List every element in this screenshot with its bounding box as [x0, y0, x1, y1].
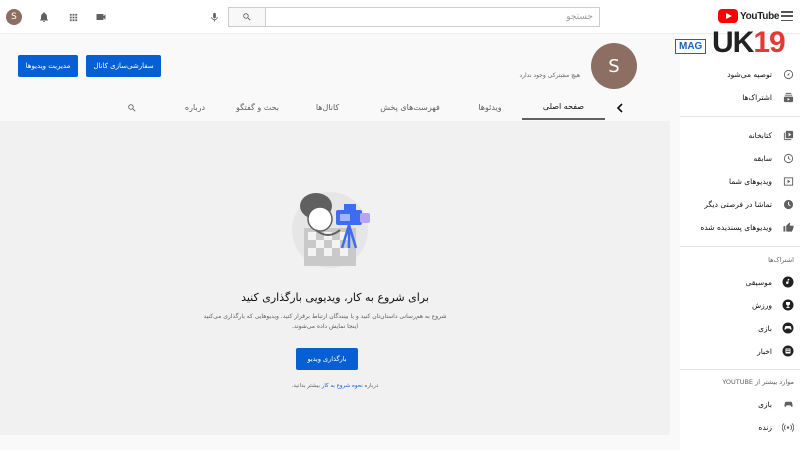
empty-state-description: شروع به هم‌رسانی داستان‌تان کنید و با بی…: [190, 312, 460, 332]
sidebar-item-subscriptions[interactable]: اشتراک‌ها: [680, 86, 800, 108]
tab-home[interactable]: صفحه اصلی: [522, 95, 605, 120]
brand-number: UK19: [712, 26, 786, 59]
library-icon: [782, 129, 794, 141]
description-line-2: اینجا نمایش داده می‌شوند.: [291, 323, 359, 330]
sidebar-item-sports[interactable]: ورزش: [680, 294, 800, 316]
sidebar-item-news[interactable]: اخبار: [680, 340, 800, 362]
tab-playlists[interactable]: فهرست‌های پخش: [365, 95, 455, 120]
more-from-youtube-heading: موارد بیشتر از YOUTUBE: [722, 378, 794, 386]
tab-channels[interactable]: کانال‌ها: [300, 95, 355, 120]
subscriber-count: هیچ مشترکی وجود ندارد: [519, 72, 580, 79]
gaming-icon: [782, 322, 794, 334]
tabs-scroll-left-icon[interactable]: [613, 95, 627, 120]
user-avatar[interactable]: S: [6, 9, 22, 25]
logo-text: YouTube: [740, 10, 780, 22]
creator-illustration: [292, 192, 370, 268]
sidebar-item-live[interactable]: زنده: [680, 416, 800, 438]
sidebar-divider: [680, 369, 800, 370]
apps-icon[interactable]: [66, 10, 80, 24]
search-button[interactable]: [229, 8, 266, 26]
channel-avatar[interactable]: S: [591, 43, 637, 89]
liked-icon: [782, 221, 794, 233]
sidebar-item-your-videos[interactable]: ویدیوهای شما: [680, 170, 800, 192]
mic-icon[interactable]: [207, 10, 221, 24]
menu-icon[interactable]: [781, 11, 793, 21]
customize-channel-button[interactable]: سفارشی‌سازی کانال: [86, 55, 161, 77]
learn-prefix: درباره: [364, 383, 379, 389]
sidebar-divider: [680, 116, 800, 117]
sidebar-item-music[interactable]: موسیقی: [680, 271, 800, 293]
live-icon: [782, 421, 794, 433]
channel-empty-state: برای شروع به کار، ویدیویی بارگذاری کنید …: [0, 121, 670, 435]
uk19-mag-watermark: MAG UK19: [673, 26, 791, 60]
your-videos-icon: [782, 175, 794, 187]
sidebar-item-watch-later[interactable]: تماشا در فرصتی دیگر: [680, 193, 800, 215]
description-line-1: شروع به هم‌رسانی داستان‌تان کنید و با بی…: [203, 313, 447, 320]
learn-suffix: بیشتر بدانید.: [291, 383, 320, 389]
tab-discussion[interactable]: بحث و گفتگو: [225, 95, 290, 120]
tab-videos[interactable]: ویدئوها: [460, 95, 520, 120]
create-video-icon[interactable]: [94, 10, 108, 24]
sidebar-item-explore[interactable]: توصیه می‌شود: [680, 63, 800, 85]
sidebar-item-liked-videos[interactable]: ویدیوهای پسندیده شده: [680, 216, 800, 238]
search-icon: [243, 13, 251, 21]
empty-state-headline: برای شروع به کار، ویدیویی بارگذاری کنید: [241, 291, 429, 304]
youtube-play-icon: [718, 9, 738, 23]
search-tab-icon[interactable]: [122, 95, 142, 120]
search-input[interactable]: [266, 8, 599, 26]
music-icon: [782, 276, 794, 288]
notifications-icon[interactable]: [37, 10, 51, 24]
sidebar-item-library[interactable]: کتابخانه: [680, 124, 800, 146]
search-bar: [228, 7, 600, 27]
subscriptions-heading: اشتراک‌ها: [768, 256, 794, 264]
sidebar-divider: [680, 246, 800, 247]
subscriptions-icon: [782, 91, 794, 103]
upload-video-button[interactable]: بارگذاری ویدیو: [296, 348, 358, 370]
youtube-channel-page: S YouTube مدیریت ویدیوها سفارشی‌سازی کان…: [0, 0, 800, 450]
learn-more-link[interactable]: نحوه شروع به کار: [322, 383, 363, 389]
gaming-icon: [782, 398, 794, 410]
channel-tabs: درباره بحث و گفتگو کانال‌ها فهرست‌های پخ…: [0, 95, 670, 121]
explore-icon: [782, 68, 794, 80]
sidebar-item-gaming[interactable]: بازی: [680, 317, 800, 339]
youtube-logo[interactable]: YouTube: [718, 9, 780, 23]
brand-mag: MAG: [675, 39, 707, 54]
manage-videos-button[interactable]: مدیریت ویدیوها: [18, 55, 78, 77]
news-icon: [782, 345, 794, 357]
tab-about[interactable]: درباره: [170, 95, 220, 120]
sports-icon: [782, 299, 794, 311]
channel-header: مدیریت ویدیوها سفارشی‌سازی کانال هیچ مشت…: [0, 35, 670, 121]
sidebar-item-history[interactable]: سابقه: [680, 147, 800, 169]
history-icon: [782, 152, 794, 164]
watch-later-icon: [782, 198, 794, 210]
learn-more-text: درباره نحوه شروع به کار بیشتر بدانید.: [0, 383, 670, 389]
sidebar-item-gaming-more[interactable]: بازی: [680, 393, 800, 415]
